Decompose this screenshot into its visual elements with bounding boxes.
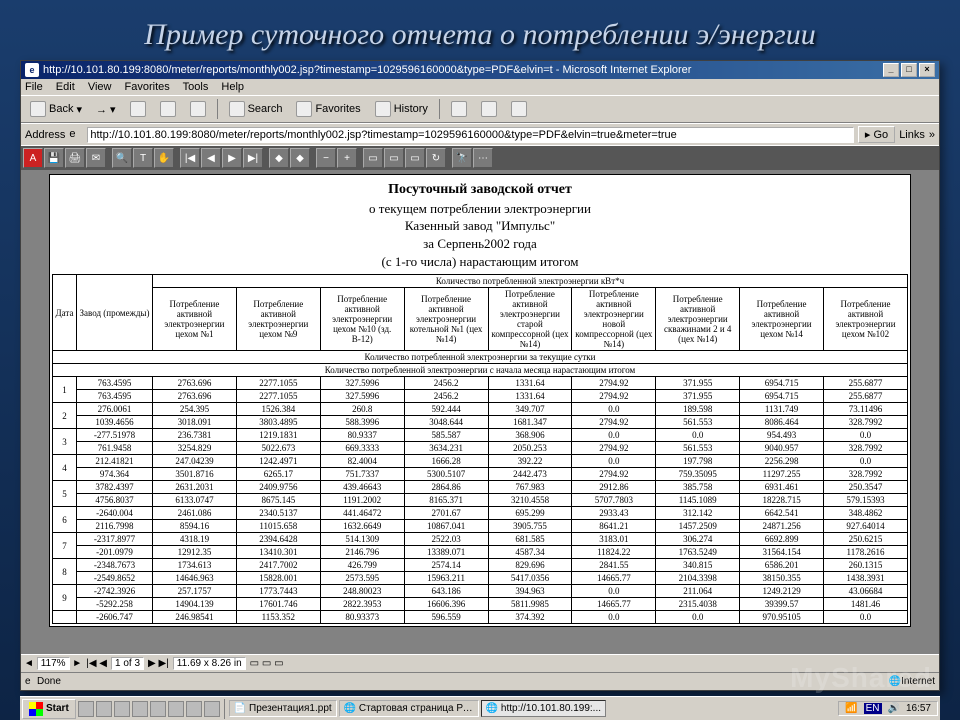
forward-button[interactable]: → ▾ (91, 100, 121, 119)
back-button[interactable]: Back ▾ (25, 98, 87, 120)
report-header: Посуточный заводской отчет о текущем пот… (52, 181, 908, 270)
stop-button[interactable] (125, 98, 151, 120)
edit-button[interactable] (506, 98, 532, 120)
first-page-button[interactable]: |◀ (180, 148, 200, 168)
fit-width-button[interactable]: ▭ (405, 148, 425, 168)
acrobat-logo-icon: A (23, 148, 43, 168)
home-button[interactable] (185, 98, 211, 120)
done-icon: e (25, 676, 37, 688)
pdf-viewer[interactable]: Посуточный заводской отчет о текущем пот… (21, 170, 939, 654)
zoom-in-button[interactable]: + (337, 148, 357, 168)
save-button[interactable]: 💾 (44, 148, 64, 168)
menu-tools[interactable]: Tools (183, 81, 209, 93)
ie-statusbar: e Done 🌐 Internet (21, 672, 939, 690)
maximize-button[interactable]: □ (901, 63, 917, 77)
address-label: Address (25, 129, 65, 141)
page-size: 11.69 x 8.26 in (173, 657, 246, 670)
more-button[interactable]: ⋯ (473, 148, 493, 168)
links-label[interactable]: Links (899, 129, 925, 141)
back-view-button[interactable]: ◆ (269, 148, 289, 168)
home-icon (190, 101, 206, 117)
menu-edit[interactable]: Edit (56, 81, 75, 93)
search-pdf-button[interactable]: 🔍 (112, 148, 132, 168)
search-button[interactable]: Search (224, 98, 288, 120)
acrobat-statusbar: ◄ 117% ► |◀ ◀ 1 of 3 ▶ ▶| 11.69 x 8.26 i… (21, 654, 939, 672)
mail-button[interactable] (446, 98, 472, 120)
quicklaunch-icon[interactable] (96, 701, 112, 717)
security-zone: Internet (901, 676, 935, 687)
standard-toolbar: Back ▾ → ▾ Search Favorites History (21, 95, 939, 123)
refresh-button[interactable] (155, 98, 181, 120)
menu-help[interactable]: Help (221, 81, 244, 93)
quicklaunch-icon[interactable] (150, 701, 166, 717)
close-button[interactable]: × (919, 63, 935, 77)
browser-window: e http://10.101.80.199:8080/meter/report… (20, 60, 940, 691)
clock[interactable]: 16:57 (906, 703, 931, 714)
select-text-button[interactable]: T (133, 148, 153, 168)
zone-icon: 🌐 (889, 676, 901, 687)
tray-icon[interactable]: 📶 (845, 703, 857, 714)
menu-view[interactable]: View (88, 81, 112, 93)
fwd-view-button[interactable]: ◆ (290, 148, 310, 168)
favorites-icon (296, 101, 312, 117)
taskbar: Start 📄 Презентация1.ppt 🌐 Стартовая стр… (20, 696, 940, 720)
window-title: http://10.101.80.199:8080/meter/reports/… (43, 64, 691, 76)
quicklaunch-icon[interactable] (186, 701, 202, 717)
address-bar: Address e ▸ Go Links » (21, 123, 939, 145)
report-table: ДатаЗавод (промежды)Количество потреблен… (52, 274, 908, 624)
history-icon (375, 101, 391, 117)
page-indicator[interactable]: 1 of 3 (111, 657, 144, 670)
taskbar-task[interactable]: 🌐 Стартовая страница Ре... (339, 700, 479, 717)
mail-icon (451, 101, 467, 117)
back-icon (30, 101, 46, 117)
page-icon: e (69, 128, 83, 142)
mail-pdf-button[interactable]: ✉ (86, 148, 106, 168)
binoculars-button[interactable]: 🔭 (452, 148, 472, 168)
quicklaunch-icon[interactable] (132, 701, 148, 717)
refresh-icon (160, 101, 176, 117)
menu-bar: File Edit View Favorites Tools Help (21, 79, 939, 95)
actual-size-button[interactable]: ▭ (363, 148, 383, 168)
pdf-page: Посуточный заводской отчет о текущем пот… (49, 174, 911, 627)
next-page-button[interactable]: ▶ (222, 148, 242, 168)
quicklaunch-icon[interactable] (114, 701, 130, 717)
slide-title: Пример суточного отчета о потреблении э/… (0, 0, 960, 60)
window-titlebar: e http://10.101.80.199:8080/meter/report… (21, 61, 939, 79)
fit-page-button[interactable]: ▭ (384, 148, 404, 168)
zoom-display[interactable]: ◄ 117% ► (24, 658, 82, 669)
go-button[interactable]: ▸ Go (858, 126, 895, 143)
ie-icon: e (25, 63, 39, 77)
prev-page-button[interactable]: ◀ (201, 148, 221, 168)
menu-favorites[interactable]: Favorites (125, 81, 170, 93)
print-button[interactable] (476, 98, 502, 120)
quicklaunch-icon[interactable] (168, 701, 184, 717)
taskbar-task[interactable]: 📄 Презентация1.ppt (229, 700, 337, 717)
menu-file[interactable]: File (25, 81, 43, 93)
lang-indicator[interactable]: EN (864, 703, 882, 714)
taskbar-task[interactable]: 🌐 http://10.101.80.199:... (481, 700, 606, 717)
status-text: Done (37, 676, 61, 687)
system-tray: 📶 EN 🔊 16:57 (838, 701, 938, 716)
quicklaunch-icon[interactable] (78, 701, 94, 717)
tray-icon[interactable]: 🔊 (888, 703, 900, 714)
start-button[interactable]: Start (22, 699, 76, 719)
address-input[interactable] (87, 127, 854, 143)
zoom-out-button[interactable]: − (316, 148, 336, 168)
minimize-button[interactable]: _ (883, 63, 899, 77)
print-pdf-button[interactable]: 🖨 (65, 148, 85, 168)
history-button[interactable]: History (370, 98, 433, 120)
windows-flag-icon (29, 702, 43, 716)
print-icon (481, 101, 497, 117)
favorites-button[interactable]: Favorites (291, 98, 365, 120)
edit-icon (511, 101, 527, 117)
quicklaunch-icon[interactable] (204, 701, 220, 717)
acrobat-toolbar: A 💾 🖨 ✉ 🔍 T ✋ |◀ ◀ ▶ ▶| ◆ ◆ − + ▭ ▭ ▭ ↻ … (21, 145, 939, 170)
search-icon (229, 101, 245, 117)
last-page-button[interactable]: ▶| (243, 148, 263, 168)
rotate-button[interactable]: ↻ (426, 148, 446, 168)
hand-tool-button[interactable]: ✋ (154, 148, 174, 168)
stop-icon (130, 101, 146, 117)
